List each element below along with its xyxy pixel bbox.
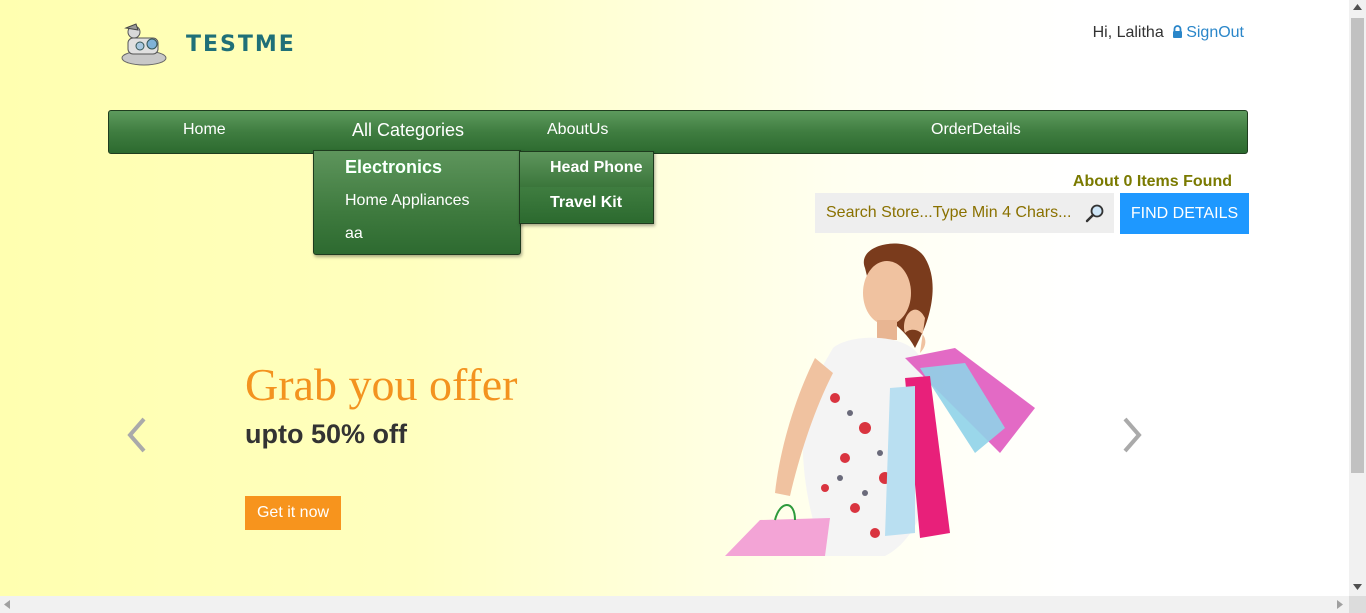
nav-order-details[interactable]: OrderDetails: [931, 111, 1021, 153]
find-details-button[interactable]: FIND DETAILS: [1120, 193, 1249, 234]
submenu-item-label: Travel Kit: [550, 194, 623, 211]
banner-subtitle: upto 50% off: [245, 419, 407, 449]
main-nav: Home All Categories AboutUs OrderDetails: [108, 110, 1248, 154]
chevron-right-icon[interactable]: [1121, 415, 1145, 455]
vertical-scrollbar[interactable]: [1349, 0, 1366, 596]
greeting-text: Hi, Lalitha: [1092, 24, 1164, 41]
chevron-left-icon[interactable]: [124, 415, 148, 455]
scroll-right-icon[interactable]: [1337, 600, 1343, 609]
electronics-submenu: Head Phone Travel Kit: [519, 151, 654, 224]
search-box: [815, 193, 1114, 233]
banner-title: Grab you offer: [245, 359, 518, 410]
user-bar: Hi, Lalitha SignOut: [1093, 24, 1244, 42]
scrollbar-corner: [1349, 596, 1366, 613]
menu-item-electronics[interactable]: Electronics: [345, 157, 442, 178]
submenu-item-label: Head Phone: [550, 159, 643, 176]
scroll-up-icon[interactable]: [1353, 4, 1362, 10]
search-icon[interactable]: [1085, 203, 1105, 223]
nav-home[interactable]: Home: [183, 111, 226, 153]
signout-link[interactable]: SignOut: [1186, 24, 1244, 41]
vertical-scroll-thumb[interactable]: [1351, 18, 1364, 473]
submenu-item-travel-kit[interactable]: Travel Kit: [520, 187, 653, 222]
logo[interactable]: TESTME: [118, 22, 318, 68]
logo-text: TESTME: [186, 32, 296, 57]
scroll-left-icon[interactable]: [4, 600, 10, 609]
get-it-now-button[interactable]: Get it now: [245, 496, 341, 530]
menu-item-home-appliances[interactable]: Home Appliances: [345, 192, 470, 210]
search-input[interactable]: [815, 193, 1080, 233]
nav-all-categories[interactable]: All Categories: [352, 111, 464, 153]
scroll-down-icon[interactable]: [1353, 584, 1362, 590]
categories-dropdown: Electronics Home Appliances aa: [313, 150, 521, 255]
nav-about-us[interactable]: AboutUs: [547, 111, 608, 153]
logo-mark-icon: [121, 23, 167, 66]
shopping-woman-image: [725, 243, 1035, 556]
search-result-count: About 0 Items Found: [1072, 173, 1232, 190]
menu-item-aa[interactable]: aa: [345, 225, 363, 243]
horizontal-scrollbar[interactable]: [0, 596, 1349, 613]
submenu-item-head-phone[interactable]: Head Phone: [520, 152, 653, 187]
lock-icon: [1173, 25, 1183, 38]
page: TESTME Hi, Lalitha SignOut Home All Cate…: [0, 0, 1349, 596]
